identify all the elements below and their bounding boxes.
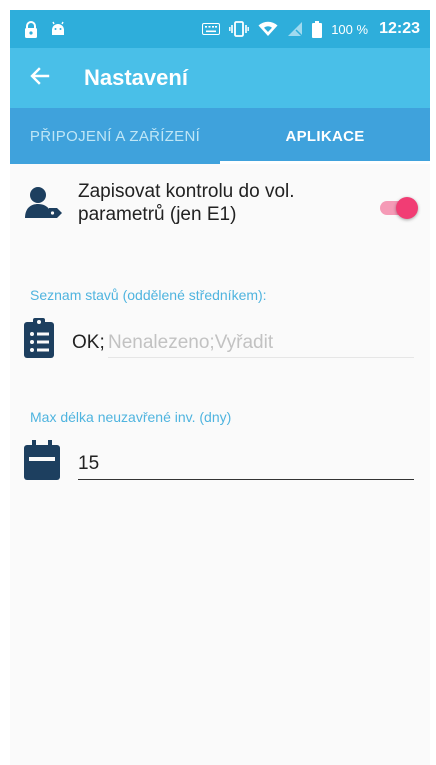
android-icon: [50, 21, 66, 37]
page-title: Nastavení: [84, 65, 188, 90]
user-tag-icon: [24, 186, 64, 225]
app-toolbar: Nastavení: [10, 48, 430, 108]
states-field-label: Seznam stavů (oddělené středníkem):: [30, 287, 267, 303]
states-input[interactable]: [108, 328, 414, 358]
tab-connection-devices[interactable]: PŘIPOJENÍ A ZAŘÍZENÍ: [10, 108, 220, 164]
clipboard-list-icon: [24, 318, 54, 363]
write-check-label: Zapisovat kontrolu do vol. parametrů (je…: [78, 181, 295, 225]
write-check-toggle[interactable]: [378, 194, 418, 222]
wifi-icon: [258, 21, 278, 37]
tab-bar: PŘIPOJENÍ A ZAŘÍZENÍ APLIKACE: [10, 108, 430, 164]
clock: 12:23: [379, 20, 420, 37]
status-bar: 100 % 12:23: [10, 10, 430, 48]
calendar-icon: [24, 440, 60, 485]
lock-icon: [24, 20, 38, 38]
vibrate-icon: [229, 21, 250, 37]
max-days-field-label: Max délka neuzavřené inv. (dny): [30, 409, 232, 425]
max-days-input[interactable]: [78, 448, 414, 480]
states-prefix: OK;: [72, 332, 105, 353]
back-button[interactable]: [12, 48, 68, 108]
arrow-left-icon: [30, 66, 50, 91]
toggle-thumb: [396, 197, 418, 219]
tab-application[interactable]: APLIKACE: [220, 108, 430, 164]
keyboard-icon: [202, 23, 221, 35]
write-check-setting: Zapisovat kontrolu do vol. parametrů (je…: [10, 172, 430, 232]
app-screen: 100 % 12:23 Nastavení PŘIPOJENÍ A ZAŘÍZE…: [10, 10, 430, 765]
battery-percent: 100 %: [331, 21, 369, 37]
battery-icon: [312, 20, 323, 38]
no-signal-icon: [287, 21, 303, 37]
